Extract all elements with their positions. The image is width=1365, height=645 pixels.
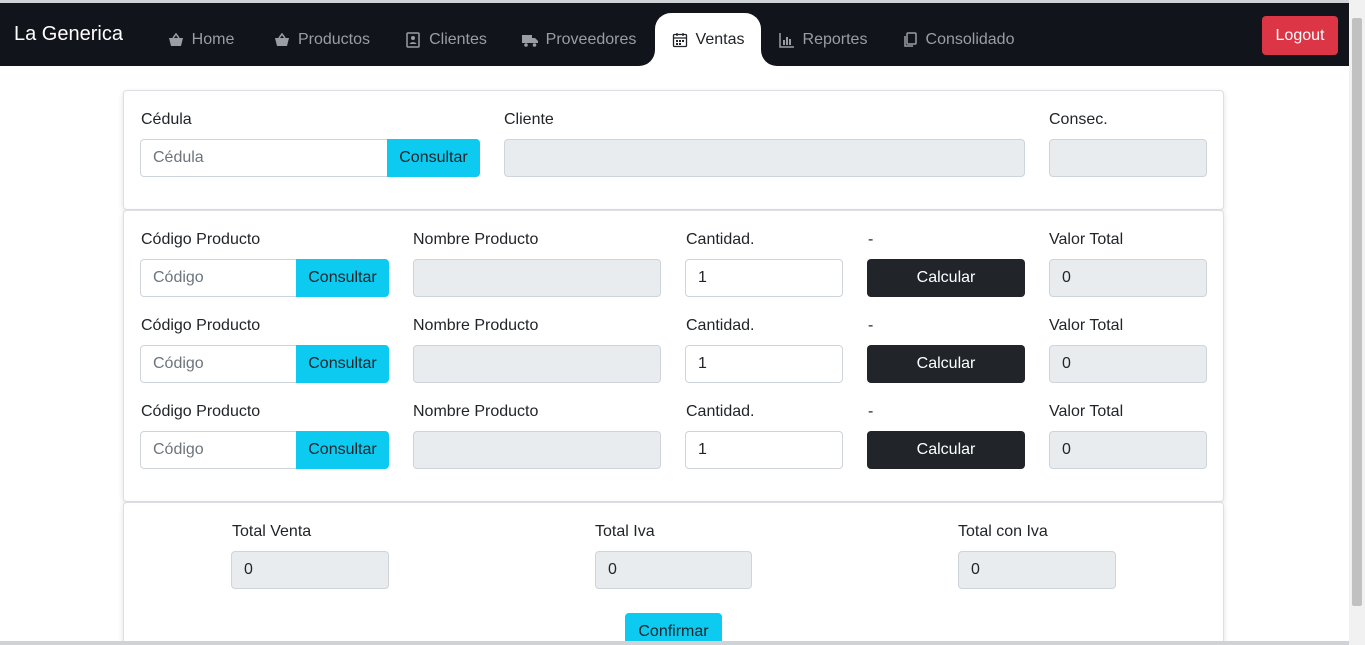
consultar-cliente-button[interactable]: Consultar: [387, 139, 480, 177]
codigo-producto-label: Código Producto: [141, 231, 261, 248]
codigo-input[interactable]: Código: [140, 345, 297, 383]
valor-total-field: 0: [1049, 259, 1207, 297]
cantidad-input[interactable]: 1: [685, 431, 843, 469]
cantidad-label: Cantidad.: [686, 403, 755, 420]
nav-consolidado[interactable]: Consolidado: [892, 13, 1024, 66]
logout-button[interactable]: Logout: [1262, 16, 1338, 55]
nav-home[interactable]: Home: [155, 13, 247, 66]
window-bottom-edge: [0, 641, 1349, 645]
nav-reportes[interactable]: Reportes: [770, 13, 876, 66]
nav-reportes-label: Reportes: [802, 30, 868, 48]
calendar-icon: [672, 32, 687, 47]
scrollbar-thumb[interactable]: [1352, 18, 1362, 606]
dash-label: -: [868, 403, 874, 420]
cantidad-label: Cantidad.: [686, 317, 755, 334]
valor-total-label: Valor Total: [1049, 403, 1124, 420]
nav-proveedores[interactable]: Proveedores: [510, 13, 648, 66]
calcular-button[interactable]: Calcular: [867, 431, 1025, 469]
nav-ventas[interactable]: Ventas: [655, 13, 761, 66]
bar-chart-icon: [778, 32, 794, 48]
basket-icon: [274, 32, 289, 46]
valor-total-field: 0: [1049, 431, 1207, 469]
codigo-input[interactable]: Código: [140, 259, 297, 297]
nav-clientes[interactable]: Clientes: [396, 13, 496, 66]
consec-field: [1049, 139, 1207, 177]
nav-clientes-label: Clientes: [429, 30, 487, 48]
cantidad-label: Cantidad.: [686, 231, 755, 248]
total-venta-field: 0: [231, 551, 389, 589]
vertical-scrollbar[interactable]: [1349, 0, 1365, 645]
total-con-iva-field: 0: [958, 551, 1116, 589]
total-iva-field: 0: [595, 551, 752, 589]
nombre-producto-field: [413, 259, 661, 297]
nombre-producto-label: Nombre Producto: [413, 231, 539, 248]
dash-label: -: [868, 231, 874, 248]
nav-home-label: Home: [191, 30, 235, 48]
codigo-producto-label: Código Producto: [141, 403, 261, 420]
nombre-producto-label: Nombre Producto: [413, 317, 539, 334]
contact-card-icon: [406, 31, 420, 48]
nombre-producto-label: Nombre Producto: [413, 403, 539, 420]
nombre-producto-field: [413, 431, 661, 469]
consec-label: Consec.: [1049, 111, 1108, 128]
calcular-button[interactable]: Calcular: [867, 345, 1025, 383]
total-con-iva-label: Total con Iva: [958, 523, 1048, 540]
consultar-producto-button[interactable]: Consultar: [296, 345, 389, 383]
nav-proveedores-label: Proveedores: [545, 30, 637, 48]
consultar-producto-button[interactable]: Consultar: [296, 431, 389, 469]
copy-icon: [903, 31, 917, 47]
nav-productos-label: Productos: [297, 30, 371, 48]
top-navbar: La Generica Home Productos Clientes Prov…: [0, 0, 1349, 66]
codigo-producto-label: Código Producto: [141, 317, 261, 334]
consultar-producto-button[interactable]: Consultar: [296, 259, 389, 297]
valor-total-label: Valor Total: [1049, 231, 1124, 248]
cantidad-input[interactable]: 1: [685, 259, 843, 297]
cantidad-input[interactable]: 1: [685, 345, 843, 383]
valor-total-label: Valor Total: [1049, 317, 1124, 334]
cedula-input[interactable]: Cédula: [140, 139, 388, 177]
total-venta-label: Total Venta: [232, 523, 312, 540]
cliente-label: Cliente: [504, 111, 554, 128]
nav-productos[interactable]: Productos: [262, 13, 382, 66]
nombre-producto-field: [413, 345, 661, 383]
brand-title[interactable]: La Generica: [14, 23, 123, 46]
nav-consolidado-label: Consolidado: [925, 30, 1015, 48]
dash-label: -: [868, 317, 874, 334]
valor-total-field: 0: [1049, 345, 1207, 383]
total-iva-label: Total Iva: [595, 523, 655, 540]
truck-icon: [521, 34, 538, 47]
calcular-button[interactable]: Calcular: [867, 259, 1025, 297]
nav-ventas-label: Ventas: [695, 30, 745, 48]
codigo-input[interactable]: Código: [140, 431, 297, 469]
cliente-field: [504, 139, 1025, 177]
cedula-label: Cédula: [141, 111, 192, 128]
basket-icon: [168, 32, 183, 46]
